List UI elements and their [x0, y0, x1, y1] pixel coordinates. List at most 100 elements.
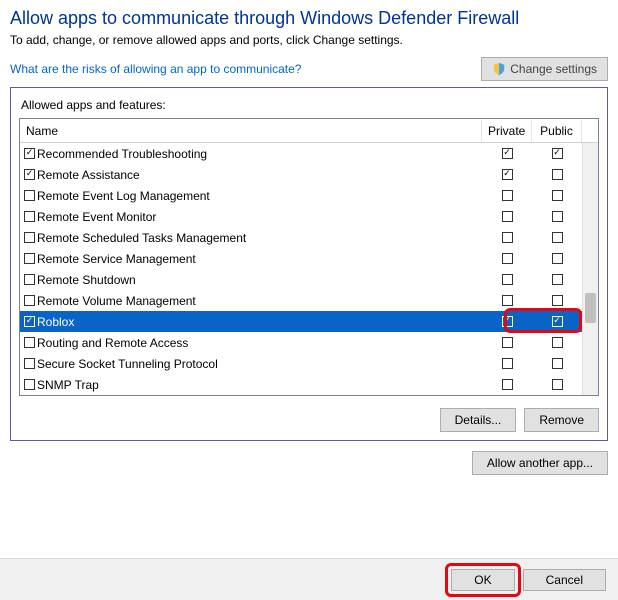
private-checkbox[interactable] — [502, 211, 513, 222]
cell-public — [532, 148, 582, 159]
table-row[interactable]: Roblox — [20, 311, 598, 332]
app-name-label: Remote Shutdown — [37, 273, 136, 287]
table-row[interactable]: Remote Event Monitor — [20, 206, 598, 227]
table-header: Name Private Public — [20, 119, 598, 143]
public-checkbox[interactable] — [552, 358, 563, 369]
cell-private — [482, 169, 532, 180]
enabled-checkbox[interactable] — [24, 316, 35, 327]
public-checkbox[interactable] — [552, 148, 563, 159]
allow-another-app-button[interactable]: Allow another app... — [472, 451, 608, 475]
cell-public — [532, 274, 582, 285]
cell-private — [482, 232, 532, 243]
public-checkbox[interactable] — [552, 337, 563, 348]
risks-link[interactable]: What are the risks of allowing an app to… — [10, 62, 301, 76]
details-button[interactable]: Details... — [440, 408, 517, 432]
app-name-label: Roblox — [37, 315, 74, 329]
table-row[interactable]: Remote Service Management — [20, 248, 598, 269]
shield-icon — [492, 62, 506, 76]
public-checkbox[interactable] — [552, 295, 563, 306]
private-checkbox[interactable] — [502, 253, 513, 264]
cell-name: Remote Service Management — [20, 252, 482, 266]
cell-private — [482, 358, 532, 369]
public-checkbox[interactable] — [552, 274, 563, 285]
private-checkbox[interactable] — [502, 148, 513, 159]
table-row[interactable]: Remote Event Log Management — [20, 185, 598, 206]
remove-button[interactable]: Remove — [524, 408, 599, 432]
app-name-label: Recommended Troubleshooting — [37, 147, 207, 161]
cell-public — [532, 253, 582, 264]
private-checkbox[interactable] — [502, 316, 513, 327]
table-row[interactable]: Remote Volume Management — [20, 290, 598, 311]
app-name-label: Routing and Remote Access — [37, 336, 188, 350]
cell-public — [532, 190, 582, 201]
public-checkbox[interactable] — [552, 316, 563, 327]
private-checkbox[interactable] — [502, 169, 513, 180]
app-name-label: Remote Event Log Management — [37, 189, 210, 203]
table-row[interactable]: SNMP Trap — [20, 374, 598, 395]
cell-public — [532, 379, 582, 390]
enabled-checkbox[interactable] — [24, 253, 35, 264]
enabled-checkbox[interactable] — [24, 274, 35, 285]
change-settings-button[interactable]: Change settings — [481, 57, 608, 81]
table-row[interactable]: Remote Scheduled Tasks Management — [20, 227, 598, 248]
group-title: Allowed apps and features: — [21, 98, 599, 112]
public-checkbox[interactable] — [552, 190, 563, 201]
public-checkbox[interactable] — [552, 232, 563, 243]
private-checkbox[interactable] — [502, 358, 513, 369]
app-name-label: Secure Socket Tunneling Protocol — [37, 357, 218, 371]
enabled-checkbox[interactable] — [24, 337, 35, 348]
enabled-checkbox[interactable] — [24, 190, 35, 201]
public-checkbox[interactable] — [552, 379, 563, 390]
col-header-name[interactable]: Name — [20, 120, 482, 142]
private-checkbox[interactable] — [502, 295, 513, 306]
cell-private — [482, 148, 532, 159]
cell-public — [532, 295, 582, 306]
vertical-scrollbar[interactable] — [582, 143, 598, 395]
private-checkbox[interactable] — [502, 379, 513, 390]
public-checkbox[interactable] — [552, 253, 563, 264]
ok-button[interactable]: OK — [451, 569, 514, 591]
public-checkbox[interactable] — [552, 211, 563, 222]
enabled-checkbox[interactable] — [24, 148, 35, 159]
cell-name: Roblox — [20, 315, 482, 329]
table-row[interactable]: Remote Shutdown — [20, 269, 598, 290]
cell-name: Remote Event Log Management — [20, 189, 482, 203]
app-name-label: Remote Volume Management — [37, 294, 196, 308]
private-checkbox[interactable] — [502, 274, 513, 285]
cell-name: Remote Event Monitor — [20, 210, 482, 224]
scrollbar-thumb[interactable] — [585, 293, 596, 323]
cell-public — [532, 337, 582, 348]
app-name-label: Remote Service Management — [37, 252, 196, 266]
public-checkbox[interactable] — [552, 169, 563, 180]
col-header-private[interactable]: Private — [482, 120, 532, 142]
table-viewport: Recommended Troubleshooting Remote Assist… — [20, 143, 598, 395]
enabled-checkbox[interactable] — [24, 232, 35, 243]
enabled-checkbox[interactable] — [24, 295, 35, 306]
table-row[interactable]: Recommended Troubleshooting — [20, 143, 598, 164]
col-header-public[interactable]: Public — [532, 120, 582, 142]
enabled-checkbox[interactable] — [24, 358, 35, 369]
table-row[interactable]: Routing and Remote Access — [20, 332, 598, 353]
app-name-label: SNMP Trap — [37, 378, 99, 392]
enabled-checkbox[interactable] — [24, 169, 35, 180]
dialog-footer: OK Cancel — [0, 558, 618, 600]
private-checkbox[interactable] — [502, 190, 513, 201]
enabled-checkbox[interactable] — [24, 379, 35, 390]
cell-private — [482, 274, 532, 285]
cell-private — [482, 190, 532, 201]
cell-public — [532, 169, 582, 180]
private-checkbox[interactable] — [502, 337, 513, 348]
table-row[interactable]: Secure Socket Tunneling Protocol — [20, 353, 598, 374]
cell-name: Recommended Troubleshooting — [20, 147, 482, 161]
table-row[interactable]: Remote Assistance — [20, 164, 598, 185]
allowed-apps-table: Name Private Public Recommended Troubles… — [19, 118, 599, 396]
cell-private — [482, 316, 532, 327]
cell-name: Remote Assistance — [20, 168, 482, 182]
cancel-button[interactable]: Cancel — [523, 569, 606, 591]
cell-name: Remote Volume Management — [20, 294, 482, 308]
cell-name: Secure Socket Tunneling Protocol — [20, 357, 482, 371]
private-checkbox[interactable] — [502, 232, 513, 243]
cell-name: Remote Scheduled Tasks Management — [20, 231, 482, 245]
enabled-checkbox[interactable] — [24, 211, 35, 222]
app-name-label: Remote Assistance — [37, 168, 140, 182]
